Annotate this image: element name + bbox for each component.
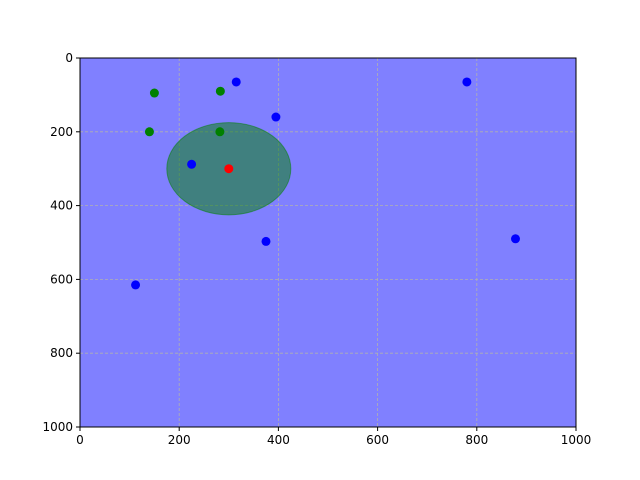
data-point — [271, 112, 281, 122]
data-point — [261, 236, 271, 246]
y-tick-label: 800 — [50, 346, 73, 360]
x-tick-label: 0 — [76, 433, 84, 447]
scatter-chart: 0 200 400 600 800 100002004006008001000 — [42, 51, 592, 447]
data-point — [187, 159, 197, 169]
data-point — [149, 88, 159, 98]
y-tick-label: 1000 — [42, 420, 73, 434]
data-point — [144, 127, 154, 137]
x-tick-label: 600 — [366, 433, 389, 447]
y-tick-label: 200 — [50, 125, 73, 139]
y-tick-label: 0 — [65, 51, 73, 65]
plot-background — [80, 58, 576, 427]
x-tick-label: 200 — [168, 433, 191, 447]
data-point — [224, 164, 234, 174]
data-point — [215, 86, 225, 96]
data-point — [231, 77, 241, 87]
x-tick-label: 400 — [267, 433, 290, 447]
x-tick-label: 800 — [465, 433, 488, 447]
data-point — [131, 280, 141, 290]
data-point — [510, 234, 520, 244]
y-tick-label: 600 — [50, 272, 73, 286]
data-point — [215, 127, 225, 137]
y-tick-label: 400 — [50, 199, 73, 213]
x-tick-label: 1000 — [561, 433, 592, 447]
data-point — [462, 77, 472, 87]
